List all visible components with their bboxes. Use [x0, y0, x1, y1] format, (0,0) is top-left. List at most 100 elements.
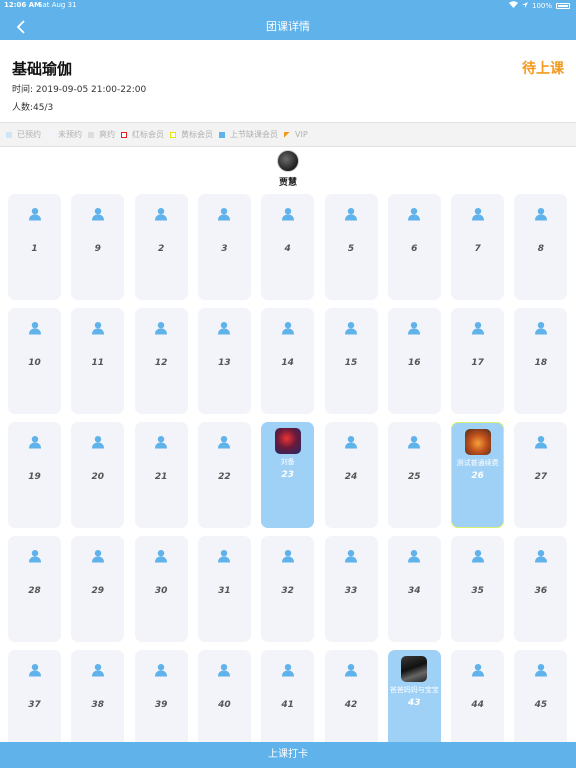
seat[interactable]: 25	[387, 422, 441, 528]
seat[interactable]: 41	[261, 650, 315, 756]
seat[interactable]: 21	[134, 422, 188, 528]
user-icon	[344, 320, 358, 335]
seat[interactable]: 5	[324, 194, 378, 300]
seat[interactable]: 22	[197, 422, 251, 528]
seat-number: 7	[474, 244, 481, 254]
seat[interactable]: 32	[261, 536, 315, 642]
user-icon	[471, 662, 485, 677]
seat[interactable]: 11	[71, 308, 125, 414]
seat[interactable]: 17	[451, 308, 505, 414]
seat-number: 28	[28, 586, 41, 596]
seat[interactable]: 20	[71, 422, 125, 528]
user-icon	[344, 434, 358, 449]
seat[interactable]: 3	[197, 194, 251, 300]
location-icon	[521, 1, 528, 10]
user-icon	[407, 434, 421, 449]
wifi-icon	[508, 1, 518, 10]
check-in-button[interactable]: 上课打卡	[0, 742, 576, 768]
seat[interactable]: 30	[134, 536, 188, 642]
user-icon	[154, 206, 168, 221]
seat-number: 25	[408, 472, 421, 482]
legend-label: 爽约	[99, 130, 115, 139]
user-icon	[28, 662, 42, 677]
user-icon	[281, 206, 295, 221]
class-status: 待上课	[522, 61, 564, 77]
seat[interactable]: 33	[324, 536, 378, 642]
seat[interactable]: 38	[71, 650, 125, 756]
seat[interactable]: 8	[514, 194, 568, 300]
seat[interactable]: 4	[261, 194, 315, 300]
seat-number: 33	[344, 586, 358, 596]
seat[interactable]: 19	[8, 422, 61, 528]
seat[interactable]: 测试普通续费 26	[451, 422, 505, 528]
user-icon	[281, 548, 295, 563]
user-icon	[407, 548, 421, 563]
seat[interactable]: 7	[451, 194, 505, 300]
legend-item: 上节缺课会员	[219, 129, 278, 140]
member-avatar	[274, 428, 301, 454]
page-title: 团课详情	[266, 20, 310, 33]
seat[interactable]: 9	[71, 194, 125, 300]
seat[interactable]: 16	[387, 308, 441, 414]
user-icon	[344, 206, 358, 221]
seat[interactable]: 34	[387, 536, 441, 642]
user-icon	[534, 206, 548, 221]
seat-number: 17	[471, 358, 484, 368]
member-avatar	[401, 656, 428, 682]
seat[interactable]: 29	[71, 536, 125, 642]
seat[interactable]: 10	[8, 308, 61, 414]
seat-number: 36	[534, 586, 548, 596]
seat-number: 14	[281, 358, 294, 368]
class-info: 基础瑜伽 待上课 时间: 2019-09-05 21:00-22:00 人数:4…	[0, 40, 576, 122]
seat[interactable]: 12	[134, 308, 188, 414]
seat[interactable]: 42	[324, 650, 378, 756]
seat[interactable]: 18	[514, 308, 568, 414]
seat[interactable]: 40	[197, 650, 251, 756]
member-name: 爸爸妈妈与宝宝	[389, 686, 439, 694]
seat-number: 1	[31, 244, 38, 254]
legend-swatch	[121, 131, 127, 138]
user-icon	[281, 662, 295, 677]
legend-swatch	[284, 131, 290, 138]
seat[interactable]: 15	[324, 308, 378, 414]
user-icon	[154, 662, 168, 677]
seat-number: 42	[344, 700, 358, 710]
seat[interactable]: 39	[134, 650, 188, 756]
seat[interactable]: 35	[451, 536, 505, 642]
seat-number: 3	[221, 244, 228, 254]
seat-number: 34	[408, 586, 421, 596]
seat[interactable]: 24	[324, 422, 378, 528]
seat[interactable]: 44	[451, 650, 505, 756]
seat[interactable]: 28	[8, 536, 61, 642]
seat[interactable]: 31	[197, 536, 251, 642]
seat[interactable]: 爸爸妈妈与宝宝 43	[387, 650, 441, 756]
legend-swatch	[170, 131, 176, 138]
seat[interactable]: 36	[514, 536, 568, 642]
nav-bar: 团课详情	[0, 12, 576, 40]
seat[interactable]: 6	[387, 194, 441, 300]
seat[interactable]: 1	[8, 194, 61, 300]
seat[interactable]: 13	[197, 308, 251, 414]
seat-number: 16	[408, 358, 421, 368]
seat-number: 39	[154, 700, 168, 710]
seat[interactable]: 27	[514, 422, 568, 528]
seat-number: 37	[28, 700, 41, 710]
seat-number: 8	[537, 244, 545, 254]
legend: 已预约 未预约 爽约 红标会员 黄标会员 上节缺课会员 VIP	[0, 122, 576, 147]
seat[interactable]: 刘备 23	[261, 422, 315, 528]
seat-number: 4	[284, 244, 291, 254]
seat-number: 44	[471, 700, 484, 710]
seat[interactable]: 2	[134, 194, 188, 300]
legend-item: 未预约	[47, 129, 82, 140]
seat-number: 12	[154, 358, 168, 368]
seat[interactable]: 14	[261, 308, 315, 414]
user-icon	[28, 320, 42, 335]
seat[interactable]: 45	[514, 650, 568, 756]
user-icon	[344, 548, 358, 563]
legend-item: 黄标会员	[170, 129, 213, 140]
user-icon	[281, 320, 295, 335]
seat[interactable]: 37	[8, 650, 61, 756]
seat-number: 32	[281, 586, 294, 596]
user-icon	[471, 320, 485, 335]
seat-number: 43	[408, 698, 421, 708]
